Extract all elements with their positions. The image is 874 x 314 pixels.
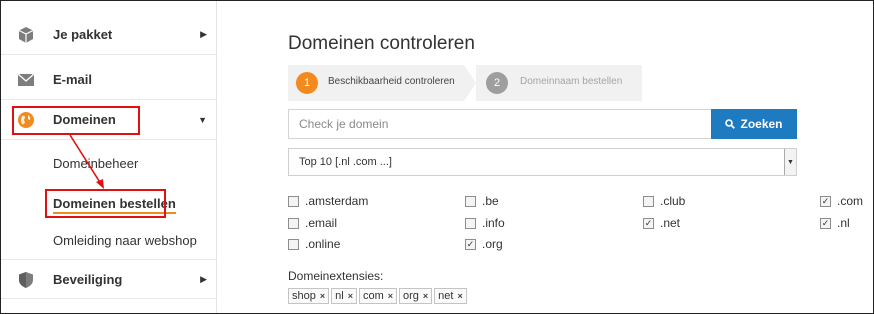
tld-label: .info [482,216,505,230]
chevron-down-icon: ▼ [198,114,207,125]
checkbox-unchecked[interactable] [643,195,654,207]
tld-checkbox[interactable]: ✓ .net [643,216,680,230]
tld-checkbox[interactable]: .info [465,216,505,230]
checkbox-unchecked[interactable] [465,217,476,229]
chevron-right-icon: ▶ [200,273,207,284]
tld-checkbox[interactable]: .amsterdam [288,194,368,208]
tld-checkbox[interactable]: .club [643,194,685,208]
sidebar-subitem-domeinbeheer[interactable]: Domeinbeheer [53,156,138,171]
search-button-label: Zoeken [740,117,783,131]
tld-preset-select[interactable]: Top 10 [.nl .com ...] ▼ [288,148,797,176]
checkbox-unchecked[interactable] [465,195,476,207]
extension-chips: shop × nl × com × org × net × [288,288,467,304]
checkbox-unchecked[interactable] [288,217,299,229]
package-icon [18,27,34,43]
step-label: Domeinnaam bestellen [520,76,623,87]
extension-chip: org × [399,288,433,304]
extension-chip: net × [434,288,467,304]
search-icon [725,119,736,129]
sidebar-item-email[interactable]: E-mail [1,60,217,100]
tld-label: .nl [837,216,850,230]
tld-label: .amsterdam [305,194,369,208]
chevron-down-icon[interactable]: ▼ [784,149,796,175]
remove-chip-icon[interactable]: × [348,291,353,301]
sidebar-item-label: E-mail [53,72,93,87]
sidebar: Je pakket ▶ E-mail Domeinen ▼ Domeinbehe… [1,1,217,313]
tld-label: .email [305,216,338,230]
sidebar-subitem-omleiding[interactable]: Omleiding naar webshop [53,233,197,248]
tld-checkbox[interactable]: .email [288,216,337,230]
annotation-box-domeinen-bestellen [45,189,166,218]
remove-chip-icon[interactable]: × [457,291,462,301]
step-separator-chevron [464,65,476,101]
checkbox-checked[interactable]: ✓ [465,238,476,250]
tld-label: .club [660,194,686,208]
tld-label: .com [837,194,864,208]
chip-label: shop [292,290,316,302]
chip-label: nl [335,290,344,302]
checkbox-unchecked[interactable] [288,195,299,207]
sidebar-item-je-pakket[interactable]: Je pakket ▶ [1,15,217,55]
checkbox-checked[interactable]: ✓ [820,195,831,207]
envelope-icon [17,73,35,86]
remove-chip-icon[interactable]: × [423,291,428,301]
checkbox-unchecked[interactable] [288,238,299,250]
tld-checkbox[interactable]: ✓ .org [465,237,503,251]
checkbox-checked[interactable]: ✓ [820,217,831,229]
annotation-box-domeinen [12,106,140,135]
page-title: Domeinen controleren [288,33,475,54]
tld-label: .online [305,237,341,251]
step-label: Beschikbaarheid controleren [328,76,455,87]
domain-search-input[interactable] [288,109,711,139]
remove-chip-icon[interactable]: × [320,291,325,301]
remove-chip-icon[interactable]: × [388,291,393,301]
chip-label: com [362,290,384,302]
extensions-label: Domeinextensies: [288,269,384,283]
tld-checkbox[interactable]: .be [465,194,499,208]
chip-label: net [438,290,454,302]
sidebar-item-label: Beveiliging [53,271,123,287]
chip-label: org [403,290,419,302]
tld-label: .net [660,216,681,230]
shield-icon [19,272,33,288]
tld-checkbox[interactable]: .online [288,237,340,251]
sidebar-item-beveiliging[interactable]: Beveiliging ▶ [1,259,217,299]
step-number: 1 [296,72,318,94]
checkbox-checked[interactable]: ✓ [643,217,654,229]
tld-label: .org [482,237,503,251]
sidebar-item-label: Je pakket [53,27,113,42]
tld-checkbox[interactable]: ✓ .nl [820,216,850,230]
tld-checkbox[interactable]: ✓ .com [820,194,863,208]
step-number: 2 [486,72,508,94]
step-1: 1 Beschikbaarheid controleren [288,65,464,101]
chevron-right-icon: ▶ [200,29,207,39]
extension-chip: nl × [331,288,357,304]
search-button[interactable]: Zoeken [711,109,797,139]
extension-chip: shop × [288,288,330,304]
tld-label: .be [482,194,499,208]
extension-chip: com × [358,288,397,304]
step-2: 2 Domeinnaam bestellen [476,65,642,101]
progress-steps: 1 Beschikbaarheid controleren 2 Domeinna… [288,65,642,101]
select-value: Top 10 [.nl .com ...] [299,156,392,168]
